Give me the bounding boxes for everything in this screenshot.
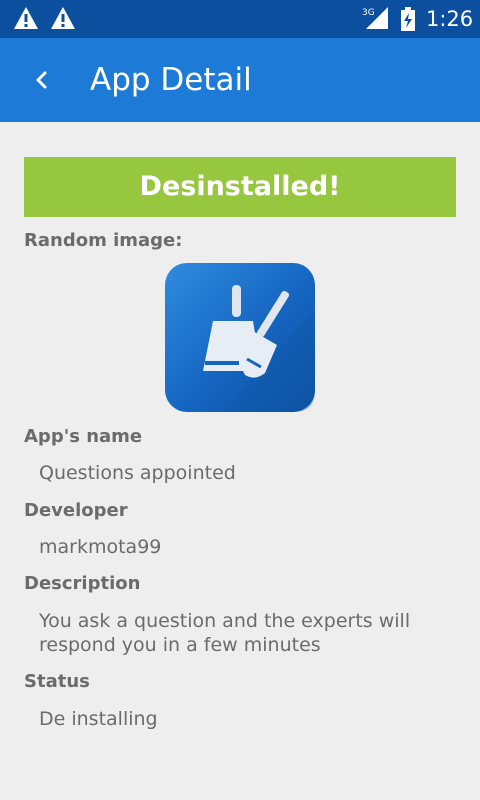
app-name-label: App's name [24, 426, 143, 447]
battery-charging-icon [400, 7, 416, 35]
status-time: 1:26 [426, 7, 474, 31]
chevron-left-icon [36, 71, 47, 89]
warning-icon [50, 6, 76, 34]
status-label: Status [24, 671, 90, 692]
developer-label: Developer [24, 500, 128, 521]
random-image-label: Random image: [24, 230, 183, 251]
description-value: You ask a question and the experts will … [39, 610, 411, 656]
warning-icon [13, 6, 39, 34]
developer-value: markmota99 [39, 536, 162, 558]
uninstalled-banner: Desinstalled! [24, 157, 456, 217]
page-title: App Detail [90, 62, 252, 98]
status-bar: 3G 1:26 [0, 0, 480, 38]
app-name-value: Questions appointed [39, 462, 236, 484]
app-bar: App Detail [0, 38, 480, 122]
description-label: Description [24, 573, 141, 594]
cellular-signal-icon: 3G [362, 6, 390, 34]
cleaner-broom-icon [165, 263, 315, 412]
status-value: De installing [39, 708, 158, 730]
back-button[interactable] [28, 66, 56, 94]
network-type-label: 3G [362, 8, 375, 18]
